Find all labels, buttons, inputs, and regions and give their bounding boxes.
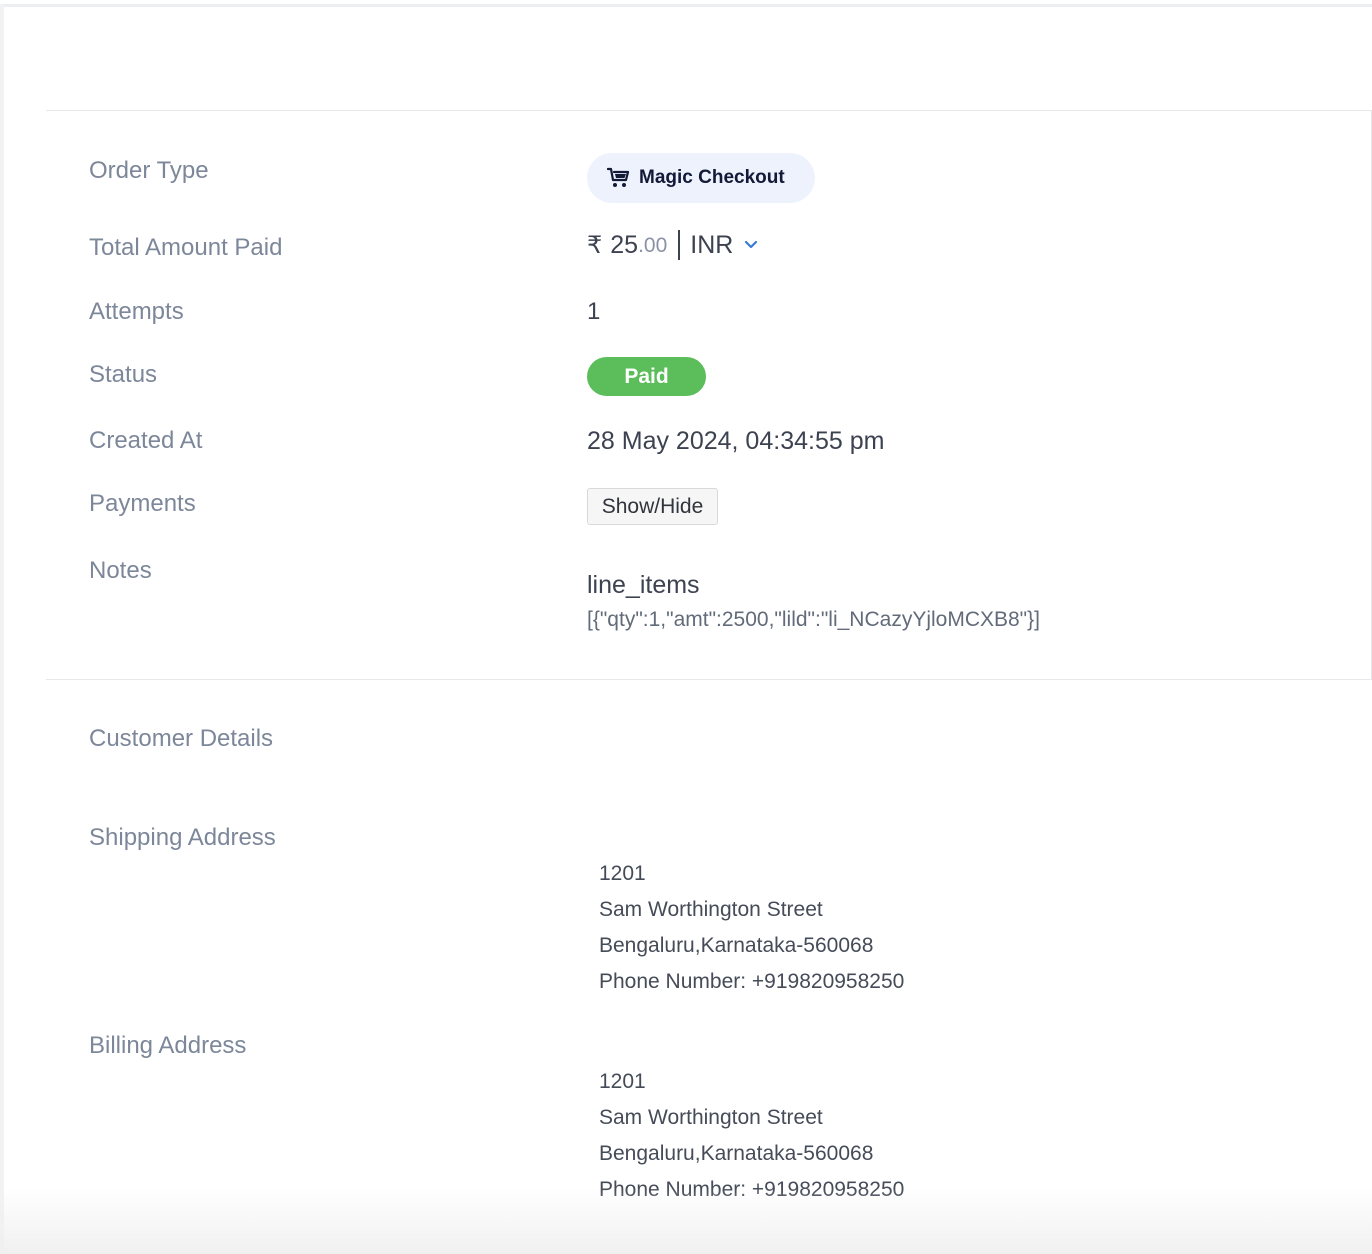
note-key: line_items [587, 571, 700, 599]
top-divider [0, 4, 1372, 7]
billing-address-label: Billing Address [89, 1032, 247, 1059]
left-divider [0, 4, 4, 1254]
currency-symbol: ₹ [587, 231, 603, 259]
shipping-address-line: Bengaluru,Karnataka-560068 [599, 934, 874, 957]
order-type-value: Magic Checkout [639, 167, 785, 188]
currency-code: INR [690, 230, 734, 259]
shipping-address-line: Sam Worthington Street [599, 898, 823, 921]
status-badge: Paid [587, 357, 706, 396]
payments-show-hide-button[interactable]: Show/Hide [587, 488, 718, 525]
customer-details-title: Customer Details [89, 725, 274, 752]
total-amount-label: Total Amount Paid [89, 234, 283, 261]
amount-separator [678, 230, 681, 260]
created-at-value: 28 May 2024, 04:34:55 pm [587, 427, 885, 455]
payments-label: Payments [89, 490, 196, 517]
shipping-address-line: 1201 [599, 862, 646, 885]
shipping-phone-line: Phone Number: +919820958250 [599, 970, 905, 993]
chevron-down-icon[interactable] [743, 237, 759, 253]
attempts-value: 1 [587, 298, 601, 325]
billing-address-line: 1201 [599, 1070, 646, 1093]
amount-decimal: .00 [638, 234, 668, 257]
attempts-label: Attempts [89, 298, 184, 325]
order-type-pill: Magic Checkout [587, 153, 815, 203]
billing-phone-line: Phone Number: +919820958250 [599, 1178, 905, 1201]
shipping-address-label: Shipping Address [89, 824, 276, 851]
order-type-label: Order Type [89, 157, 209, 184]
billing-address-line: Bengaluru,Karnataka-560068 [599, 1142, 874, 1165]
notes-label: Notes [89, 557, 152, 584]
shopping-cart-icon [607, 167, 630, 187]
billing-address-line: Sam Worthington Street [599, 1106, 823, 1129]
amount-whole: 25 [610, 230, 639, 259]
created-at-label: Created At [89, 427, 203, 454]
shipping-address: 1201 Sam Worthington Street Bengaluru,Ka… [599, 856, 904, 1000]
total-amount-value: ₹ 25 .00 INR [587, 230, 759, 260]
billing-address: 1201 Sam Worthington Street Bengaluru,Ka… [599, 1064, 904, 1208]
note-value: [{"qty":1,"amt":2500,"lild":"li_NCazyYjl… [587, 608, 1040, 631]
status-label: Status [89, 361, 158, 388]
